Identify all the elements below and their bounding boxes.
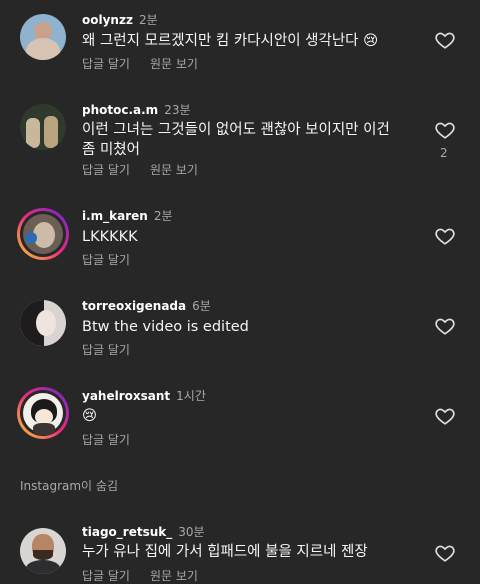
timestamp: 2분 bbox=[153, 209, 173, 223]
heart-outline-icon[interactable] bbox=[434, 405, 456, 427]
reply-button[interactable]: 답글 달기 bbox=[82, 569, 130, 583]
comment-actions: 답글 달기 bbox=[82, 251, 130, 268]
comment-text: 이런 그녀는 그것들이 없어도 괜찮아 보이지만 이건 좀 미쳤어 bbox=[82, 122, 390, 158]
comment-actions: 답글 달기 bbox=[82, 341, 130, 358]
timestamp: 30분 bbox=[178, 525, 205, 539]
heart-outline-icon[interactable] bbox=[434, 315, 456, 337]
username[interactable]: oolynzz bbox=[82, 13, 133, 27]
comment-actions: 답글 달기 원문 보기 bbox=[82, 161, 198, 178]
hidden-comments-toggle[interactable]: Instagram이 숨김 bbox=[20, 477, 118, 494]
heart-outline-icon[interactable] bbox=[434, 225, 456, 247]
comment-meta: yahelroxsant 1시간 bbox=[82, 387, 206, 404]
comment-text: LKKKKK bbox=[82, 229, 138, 245]
username[interactable]: tiago_retsuk_ bbox=[82, 525, 172, 539]
username[interactable]: photoc.a.m bbox=[82, 103, 158, 117]
avatar[interactable] bbox=[20, 104, 66, 150]
username[interactable]: i.m_karen bbox=[82, 209, 148, 223]
username[interactable]: yahelroxsant bbox=[82, 389, 170, 403]
comment-meta: torreoxigenada 6분 bbox=[82, 297, 211, 314]
username[interactable]: torreoxigenada bbox=[82, 299, 186, 313]
comment-actions: 답글 달기 원문 보기 bbox=[82, 55, 198, 72]
comment-meta: oolynzz 2분 bbox=[82, 11, 158, 28]
comment-text: Btw the video is edited bbox=[82, 319, 249, 335]
reply-button[interactable]: 답글 달기 bbox=[82, 433, 130, 447]
comment-meta: photoc.a.m 23분 bbox=[82, 101, 191, 118]
reply-button[interactable]: 답글 달기 bbox=[82, 163, 130, 177]
avatar[interactable] bbox=[20, 14, 66, 60]
timestamp: 1시간 bbox=[176, 389, 206, 403]
comment-actions: 답글 달기 원문 보기 bbox=[82, 567, 198, 584]
like-count: 2 bbox=[440, 146, 448, 160]
view-original-button[interactable]: 원문 보기 bbox=[150, 569, 198, 583]
avatar[interactable] bbox=[20, 528, 66, 574]
avatar[interactable] bbox=[17, 387, 69, 439]
heart-outline-icon[interactable] bbox=[434, 29, 456, 51]
reply-button[interactable]: 답글 달기 bbox=[82, 57, 130, 71]
timestamp: 2분 bbox=[138, 13, 158, 27]
reply-button[interactable]: 답글 달기 bbox=[82, 343, 130, 357]
comment-text: 누가 유나 집에 가서 힙패드에 불을 지르네 젠장 bbox=[82, 544, 368, 560]
avatar[interactable] bbox=[17, 208, 69, 260]
view-original-button[interactable]: 원문 보기 bbox=[150, 163, 198, 177]
timestamp: 23분 bbox=[164, 103, 191, 117]
reply-button[interactable]: 답글 달기 bbox=[82, 253, 130, 267]
comment-meta: tiago_retsuk_ 30분 bbox=[82, 523, 205, 540]
view-original-button[interactable]: 원문 보기 bbox=[150, 57, 198, 71]
comment-text: 왜 그런지 모르겠지만 킴 카다시안이 생각난다 😢 bbox=[82, 33, 379, 49]
avatar[interactable] bbox=[20, 300, 66, 346]
comment-text: 😢 bbox=[82, 408, 98, 424]
heart-outline-icon[interactable] bbox=[434, 119, 456, 141]
timestamp: 6분 bbox=[192, 299, 211, 313]
heart-outline-icon[interactable] bbox=[434, 542, 456, 564]
comment-actions: 답글 달기 bbox=[82, 431, 130, 448]
comment-meta: i.m_karen 2분 bbox=[82, 207, 173, 224]
